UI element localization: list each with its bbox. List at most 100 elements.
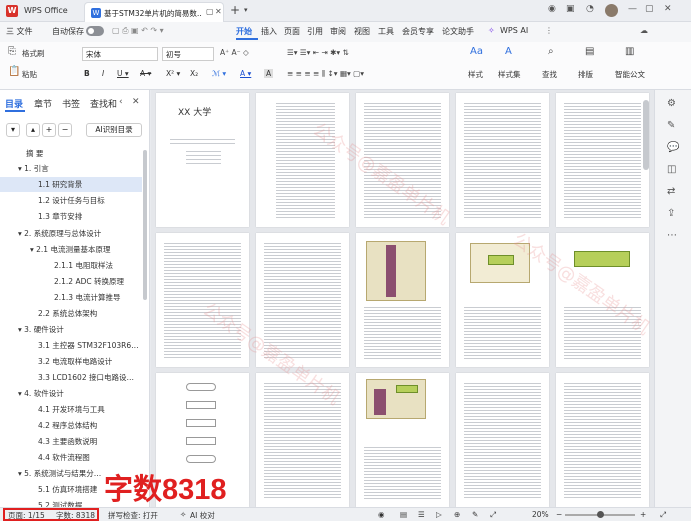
menu-tools[interactable]: 工具 [378,26,394,37]
superscript-icon[interactable]: X² ▾ [166,69,180,78]
notification-icon[interactable]: ◔ [586,4,594,14]
menu-member[interactable]: 会员专享 [402,26,434,37]
toc-item[interactable]: 1.3 章节安排 [0,209,142,224]
underline-icon[interactable]: U ▾ [117,69,129,78]
font-size-adjust-icons[interactable]: A⁺ A⁻ ◇ [220,48,249,57]
menu-home[interactable]: 开始 [236,26,252,37]
tab-find[interactable]: 查找和 [90,97,117,110]
toc-item[interactable]: 4.2 程序总体结构 [0,418,142,433]
share-icon[interactable]: ⇪ [667,208,675,219]
font-color-icon[interactable]: A ▾ [240,69,251,78]
toc-item[interactable]: 3.3 LCD1602 接口电路设… [0,370,142,385]
sidebar-close-icon[interactable]: ✕ [132,97,140,107]
toc-item[interactable]: 2.2 系统总体架构 [0,306,142,321]
app-name[interactable]: WPS Office [24,6,68,15]
play-icon[interactable]: ▷ [436,510,442,519]
layers-icon[interactable]: ◫ [667,164,676,175]
italic-icon[interactable]: I [102,69,104,78]
new-tab-button[interactable]: + [230,3,240,17]
cloud-sync-icon[interactable]: ☁ [640,26,648,35]
tab-bookmarks[interactable]: 书签 [62,97,80,110]
close-tab-icon[interactable]: ✕ [215,7,222,16]
web-view-icon[interactable]: ⊕ [454,510,460,519]
collapse-all-icon[interactable]: ▾ [6,123,20,137]
toc-item[interactable]: 3.1 主控器 STM32F103R6… [0,338,142,353]
edit-icon[interactable]: ✎ [667,120,675,131]
spellcheck-status[interactable]: 拼写检查: 打开 [108,510,158,521]
page-thumbnail[interactable] [456,233,549,367]
subscript-icon[interactable]: X₂ [190,69,198,78]
copilot-icon[interactable]: ◉ [548,4,556,14]
menu-paper-assistant[interactable]: 论文助手 [442,26,474,37]
toc-item[interactable]: ▾ 1. 引言 [0,161,142,176]
toc-item[interactable]: 4.1 开发环境与工具 [0,402,142,417]
font-size-select[interactable]: 初号 [162,47,214,61]
menu-review[interactable]: 审阅 [330,26,346,37]
tab-chapters[interactable]: 章节 [34,97,52,110]
paste-button[interactable]: 粘贴 [22,69,37,80]
menu-view[interactable]: 视图 [354,26,370,37]
zoom-out-icon[interactable]: − [556,510,562,519]
toc-item[interactable]: 2.1.3 电流计算推导 [0,290,142,305]
toc-item[interactable]: 2.1.1 电阻取样法 [0,258,142,273]
ai-toc-button[interactable]: AI识别目录 [86,123,142,137]
move-up-icon[interactable]: ▴ [26,123,40,137]
page-thumbnail[interactable] [556,373,649,507]
layout-button[interactable]: 排版 [578,69,593,80]
ai-proof-icon[interactable]: ✧ [180,510,186,519]
page-thumbnail[interactable] [256,93,349,227]
styles-button[interactable]: 样式 [468,69,483,80]
avatar[interactable] [605,4,618,17]
properties-icon[interactable]: ⚙ [667,98,676,109]
list-icons[interactable]: ☰▾ ☰▾ ⇤ ⇥ ✱▾ ⇅ [287,48,349,57]
page-thumbnail[interactable] [356,93,449,227]
page-thumbnail[interactable] [556,233,649,367]
fit-page-icon[interactable]: ⤢ [490,510,496,520]
menu-page[interactable]: 页面 [284,26,300,37]
menu-reference[interactable]: 引用 [307,26,323,37]
bold-icon[interactable]: B [84,69,90,78]
toc-item[interactable]: ▾ 3. 硬件设计 [0,322,142,337]
quick-access-icons[interactable]: ▢ ⎙ ▣ ↶ ↷ ▾ [112,26,164,36]
page-thumbnail[interactable]: XX 大学 [156,93,249,227]
menu-wps-ai[interactable]: WPS AI [500,26,528,35]
pen-icon[interactable]: ✎ [472,510,478,519]
document-canvas[interactable]: XX 大学 公众号@嘉盈单片机 公众号@嘉盈单片机 公众号@嘉盈单片机 [151,90,654,507]
tab-toc[interactable]: 目录 [5,97,23,110]
comment-icon[interactable]: 💬 [667,142,679,153]
maximize-icon[interactable]: ▢ [645,4,654,14]
translate-icon[interactable]: ⇄ [667,186,675,197]
menu-insert[interactable]: 插入 [261,26,277,37]
page-thumbnail[interactable] [256,233,349,367]
char-shading-icon[interactable]: A [264,69,274,78]
sidebar-scrollbar[interactable] [143,150,147,300]
page-thumbnail[interactable] [456,93,549,227]
page-thumbnail[interactable] [156,233,249,367]
layout-icon[interactable]: ▣ [566,4,575,14]
style-set-button[interactable]: 样式集 [498,69,521,80]
format-painter-button[interactable]: 格式刷 [22,48,45,59]
page-thumbnail[interactable] [356,373,449,507]
toc-item[interactable]: 4.3 主要函数说明 [0,434,142,449]
smart-doc-button[interactable]: 智能公文 [615,69,645,80]
window-close-icon[interactable]: ✕ [664,4,672,14]
alignment-icons[interactable]: ≡ ≡ ≡ ≡ ⫼ ↕▾ ▦▾ ▢▾ [287,69,364,79]
document-tab[interactable]: W 基于STM32单片机的简易数… ▢ ✕ [84,2,224,22]
eye-protect-icon[interactable]: ◉ [378,510,385,519]
toc-item[interactable]: 1.2 设计任务与目标 [0,193,142,208]
zoom-slider-knob[interactable] [597,511,604,518]
toc-item[interactable]: 摘 要 [0,146,142,161]
toc-item[interactable]: 2.1.2 ADC 转换原理 [0,274,142,289]
toc-item[interactable]: ▾ 2. 系统原理与总体设计 [0,226,142,241]
strikethrough-icon[interactable]: A ▾ [140,69,151,78]
font-name-select[interactable]: 宋体 [82,47,158,61]
find-button[interactable]: 查找 [542,69,557,80]
fullscreen-icon[interactable]: ⤢ [660,510,666,520]
toc-item[interactable]: 3.2 电流取样电路设计 [0,354,142,369]
outline-view-icon[interactable]: ☰ [418,510,425,519]
file-menu[interactable]: 三 文件 [6,26,33,37]
page-thumbnail[interactable] [256,373,349,507]
autosave-toggle[interactable] [86,26,104,36]
page-thumbnail[interactable] [356,233,449,367]
document-scrollbar[interactable] [643,100,649,170]
